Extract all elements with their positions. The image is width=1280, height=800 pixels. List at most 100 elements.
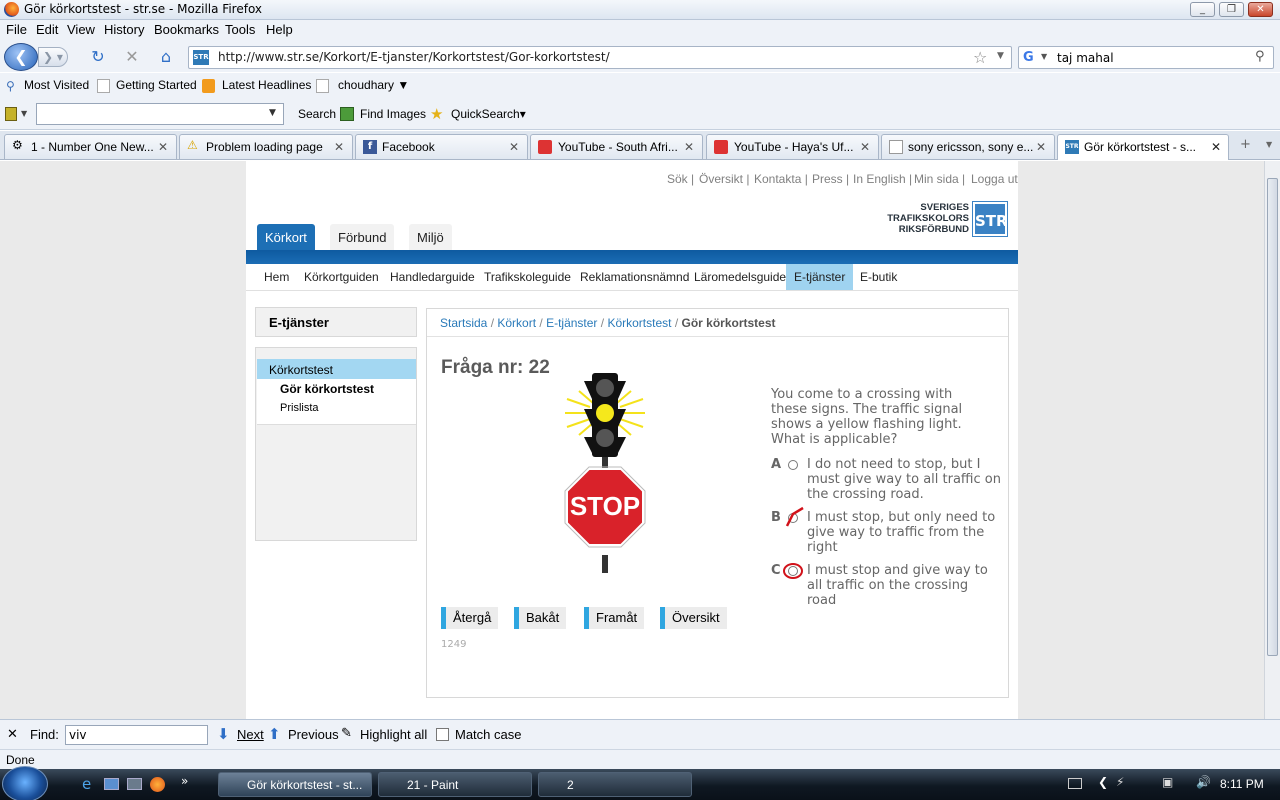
- start-button[interactable]: [2, 766, 48, 800]
- keyboard-icon[interactable]: [1068, 778, 1082, 789]
- breadcrumb-e-tjanster[interactable]: E-tjänster: [546, 316, 597, 330]
- forward-button[interactable]: ❯ ▾: [38, 47, 68, 67]
- search-magnifier-icon[interactable]: ⚲: [1255, 49, 1265, 64]
- subnav-laromedelsguide[interactable]: Läromedelsguide: [686, 264, 794, 290]
- menu-history[interactable]: History: [104, 22, 144, 37]
- task-paint[interactable]: 21 - Paint: [378, 772, 532, 797]
- main-tab-miljo[interactable]: Miljö: [409, 224, 452, 250]
- util-link-oversikt[interactable]: Översikt |: [699, 172, 749, 186]
- answer-option-c[interactable]: C I must stop and give way to all traffi…: [771, 563, 1001, 611]
- scrollbar-thumb[interactable]: [1267, 178, 1278, 656]
- task-folder[interactable]: 2: [538, 772, 692, 797]
- tab-close-icon[interactable]: ✕: [1036, 140, 1046, 154]
- find-previous-button[interactable]: Previous: [288, 727, 339, 742]
- util-link-logga-ut[interactable]: Logga ut: [971, 172, 1018, 186]
- tab-problem-loading[interactable]: ⚠ Problem loading page ✕: [179, 134, 353, 159]
- bookmark-getting-started[interactable]: Getting Started: [116, 78, 197, 92]
- subnav-trafikskoleguide[interactable]: Trafikskoleguide: [476, 264, 579, 290]
- new-tab-icon[interactable]: +: [1240, 137, 1251, 152]
- tab-list-icon[interactable]: ▼: [1266, 140, 1272, 149]
- firefox-quicklaunch-icon[interactable]: [150, 777, 165, 792]
- sidebar-item-gor-korkortstest[interactable]: Gör körkortstest: [257, 379, 416, 399]
- back-button[interactable]: ❮: [4, 43, 38, 71]
- stop-icon[interactable]: ✕: [122, 48, 142, 68]
- menu-view[interactable]: View: [67, 22, 95, 37]
- url-dropdown-icon[interactable]: ▼: [997, 51, 1004, 61]
- bookmark-star-icon[interactable]: ☆: [973, 48, 987, 67]
- tray-expand-icon[interactable]: ❮: [1098, 775, 1108, 789]
- ie-icon[interactable]: e: [82, 775, 91, 793]
- bookmark-choudhary[interactable]: choudhary ▼: [338, 78, 409, 92]
- search-bar[interactable]: G ▼ taj mahal ⚲: [1018, 46, 1274, 69]
- answer-radio[interactable]: [788, 460, 798, 470]
- oversikt-button[interactable]: Översikt: [660, 607, 727, 629]
- highlight-all-button[interactable]: Highlight all: [360, 727, 427, 742]
- tab-sony-ericsson[interactable]: sony ericsson, sony e... ✕: [881, 134, 1055, 159]
- menu-help[interactable]: Help: [266, 22, 293, 37]
- tray-network-icon[interactable]: ⚡: [1116, 775, 1124, 789]
- minimize-button[interactable]: _: [1190, 2, 1215, 17]
- toolbar-search-combo[interactable]: ▼: [36, 103, 284, 125]
- tab-close-icon[interactable]: ✕: [684, 140, 694, 154]
- tab-close-icon[interactable]: ✕: [1211, 140, 1221, 154]
- framat-button[interactable]: Framåt: [584, 607, 645, 629]
- combo-dropdown-icon[interactable]: ▼: [269, 108, 276, 118]
- main-tab-forbund[interactable]: Förbund: [330, 224, 395, 250]
- toolbar-search-button[interactable]: Search: [298, 107, 336, 121]
- tab-facebook[interactable]: f Facebook ✕: [355, 134, 528, 159]
- url-bar[interactable]: STR http://www.str.se/Korkort/E-tjanster…: [188, 46, 1012, 69]
- home-icon[interactable]: ⌂: [156, 48, 176, 68]
- subnav-e-tjanster[interactable]: E-tjänster: [786, 264, 854, 290]
- tab-close-icon[interactable]: ✕: [334, 140, 344, 154]
- util-link-kontakta[interactable]: Kontakta |: [754, 172, 808, 186]
- bookmark-most-visited[interactable]: Most Visited: [24, 78, 89, 92]
- subnav-korkortguiden[interactable]: Körkortguiden: [296, 264, 387, 290]
- toolbar-menu-icon[interactable]: ▼: [21, 109, 27, 118]
- show-desktop-icon[interactable]: [104, 778, 119, 790]
- util-link-press[interactable]: Press |: [812, 172, 849, 186]
- match-case-checkbox[interactable]: [436, 728, 449, 741]
- answer-option-b[interactable]: B I must stop, but only need to give way…: [771, 506, 1001, 558]
- menu-bookmarks[interactable]: Bookmarks: [154, 22, 219, 37]
- util-link-min-sida[interactable]: Min sida |: [914, 172, 965, 186]
- close-window-button[interactable]: ✕: [1248, 2, 1273, 17]
- menu-tools[interactable]: Tools: [225, 22, 255, 37]
- bookmark-latest-headlines[interactable]: Latest Headlines: [222, 78, 311, 92]
- atergå-button[interactable]: Återgå: [441, 607, 499, 629]
- tab-number-one[interactable]: ⚙ 1 - Number One New... ✕: [4, 134, 177, 159]
- subnav-reklamationsnamnd[interactable]: Reklamationsnämnd: [572, 264, 697, 290]
- search-input[interactable]: taj mahal: [1057, 51, 1114, 65]
- quicklaunch-more-icon[interactable]: »: [181, 774, 188, 788]
- breadcrumb-korkort[interactable]: Körkort: [497, 316, 536, 330]
- tab-close-icon[interactable]: ✕: [509, 140, 519, 154]
- tray-monitor-icon[interactable]: ▣: [1162, 775, 1173, 789]
- find-next-button[interactable]: Next: [237, 727, 264, 742]
- sidebar-item-prislista[interactable]: Prislista: [257, 399, 416, 425]
- task-firefox[interactable]: Gör körkortstest - st...: [218, 772, 372, 797]
- menu-edit[interactable]: Edit: [36, 22, 58, 37]
- find-close-icon[interactable]: ✕: [7, 726, 18, 742]
- tab-youtube-haya[interactable]: YouTube - Haya's Uf... ✕: [706, 134, 879, 159]
- tab-close-icon[interactable]: ✕: [158, 140, 168, 154]
- breadcrumb-korkortstest[interactable]: Körkortstest: [607, 316, 671, 330]
- main-tab-korkort[interactable]: Körkort: [257, 224, 315, 250]
- subnav-handledarguide[interactable]: Handledarguide: [382, 264, 483, 290]
- util-link-sok[interactable]: Sök |: [667, 172, 694, 186]
- tab-youtube-south-africa[interactable]: YouTube - South Afri... ✕: [530, 134, 703, 159]
- reload-icon[interactable]: ↻: [88, 48, 108, 68]
- toolbar-logo-icon[interactable]: [5, 107, 17, 121]
- switch-windows-icon[interactable]: [127, 778, 142, 790]
- tab-gor-korkortstest[interactable]: STR Gör körkortstest - s... ✕: [1057, 134, 1229, 160]
- util-link-english[interactable]: In English |: [853, 172, 912, 186]
- maximize-button[interactable]: ❐: [1219, 2, 1244, 17]
- answer-option-a[interactable]: A I do not need to stop, but I must give…: [771, 457, 1001, 505]
- menu-file[interactable]: File: [6, 22, 27, 37]
- subnav-e-butik[interactable]: E-butik: [852, 264, 905, 290]
- subnav-hem[interactable]: Hem: [256, 264, 297, 290]
- google-icon[interactable]: G: [1023, 50, 1034, 65]
- url-text[interactable]: http://www.str.se/Korkort/E-tjanster/Kor…: [218, 50, 610, 64]
- find-input[interactable]: viv: [65, 725, 208, 745]
- breadcrumb-startsida[interactable]: Startsida: [440, 316, 487, 330]
- tab-close-icon[interactable]: ✕: [860, 140, 870, 154]
- bakat-button[interactable]: Bakåt: [514, 607, 567, 629]
